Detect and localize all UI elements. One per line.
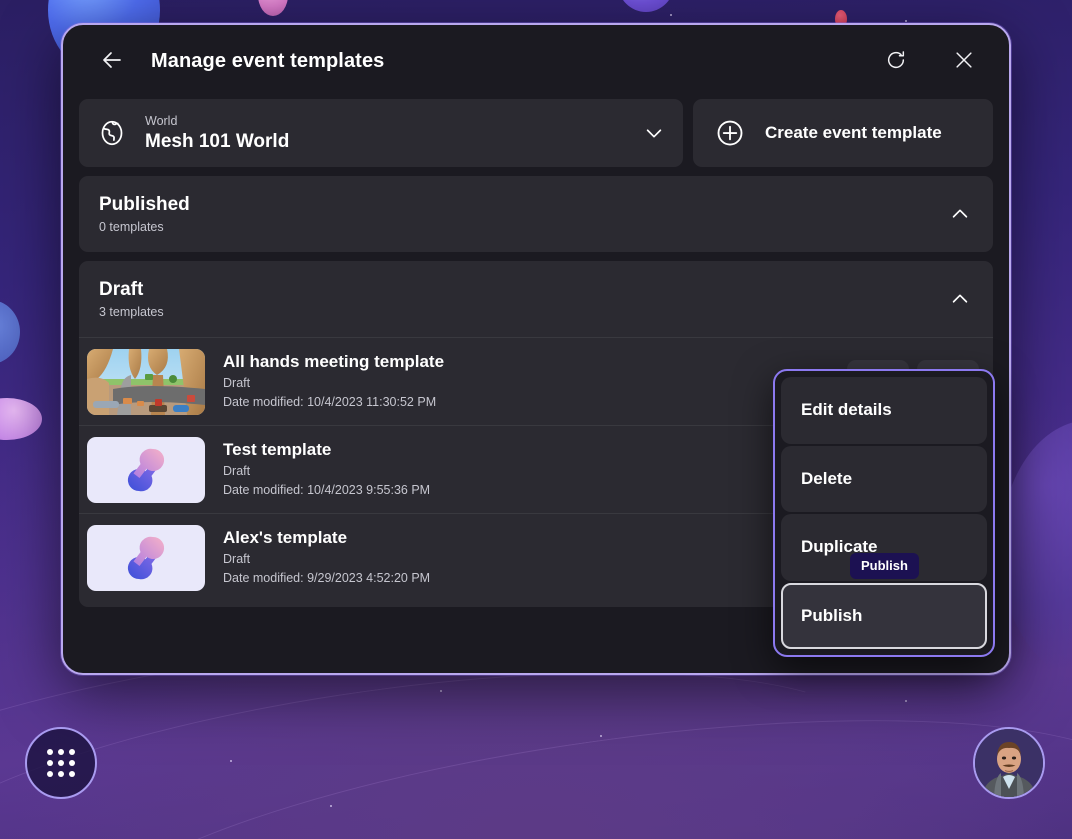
avatar[interactable] <box>973 727 1045 799</box>
close-icon <box>953 49 975 74</box>
decorative-star <box>905 700 907 702</box>
section-published-titles: Published 0 templates <box>99 192 949 236</box>
menu-item-edit-details[interactable]: Edit details <box>781 377 987 444</box>
world-picker-texts: World Mesh 101 World <box>145 112 643 155</box>
world-scene-thumbnail <box>87 348 205 415</box>
page-title: Manage event templates <box>151 49 385 72</box>
decorative-orb-violet <box>618 0 674 12</box>
create-event-template-button[interactable]: Create event template <box>693 99 993 167</box>
decorative-star <box>230 760 232 762</box>
refresh-icon <box>885 49 907 74</box>
decorative-star <box>670 14 672 16</box>
decorative-star <box>440 690 442 692</box>
section-published-count: 0 templates <box>99 219 164 234</box>
toolbar: World Mesh 101 World Create event templa… <box>79 99 993 167</box>
plus-circle-icon <box>715 118 745 148</box>
section-draft-header[interactable]: Draft 3 templates <box>79 261 993 337</box>
decorative-star <box>905 20 907 22</box>
create-event-template-label: Create event template <box>765 123 942 142</box>
decorative-star <box>600 735 602 737</box>
section-draft-titles: Draft 3 templates <box>99 277 949 321</box>
back-button[interactable] <box>91 40 133 82</box>
avatar-image <box>975 729 1043 797</box>
mesh-logo-thumbnail <box>87 524 205 591</box>
section-draft-count: 3 templates <box>99 304 164 319</box>
chevron-up-icon <box>949 203 971 225</box>
template-context-menu: Edit details Delete Duplicate Publish <box>773 369 995 657</box>
close-button[interactable] <box>943 40 985 82</box>
decorative-orb-pink <box>258 0 288 16</box>
arrow-left-icon <box>100 48 124 75</box>
status-badge: Draft <box>223 376 251 391</box>
table-row-texts: All hands meeting template Draft Date mo… <box>223 351 847 411</box>
decorative-star <box>330 805 332 807</box>
world-picker-label: World <box>145 113 178 128</box>
menu-item-delete[interactable]: Delete <box>781 445 987 512</box>
section-published: Published 0 templates <box>79 176 993 252</box>
publish-tooltip: Publish <box>850 553 919 579</box>
section-draft-title: Draft <box>99 279 144 301</box>
chevron-up-icon <box>949 288 971 310</box>
world-picker-value: Mesh 101 World <box>145 130 290 152</box>
menu-item-publish[interactable]: Publish <box>781 582 987 649</box>
template-name: All hands meeting template <box>223 352 445 372</box>
app-launcher-button[interactable] <box>25 727 97 799</box>
section-published-title: Published <box>99 194 190 216</box>
mesh-logo-thumbnail <box>87 436 205 503</box>
world-picker-dropdown[interactable]: World Mesh 101 World <box>79 99 683 167</box>
section-published-header[interactable]: Published 0 templates <box>79 176 993 252</box>
decorative-orb-left-pink <box>0 398 42 440</box>
globe-icon <box>97 118 127 148</box>
chevron-down-icon <box>643 122 665 144</box>
template-date-modified: Date modified: 10/4/2023 11:30:52 PM <box>223 394 437 409</box>
refresh-button[interactable] <box>875 40 917 82</box>
grid-dots-icon <box>47 749 75 777</box>
window-titlebar: Manage event templates <box>79 25 993 97</box>
decorative-orb-left-blue <box>0 300 20 364</box>
